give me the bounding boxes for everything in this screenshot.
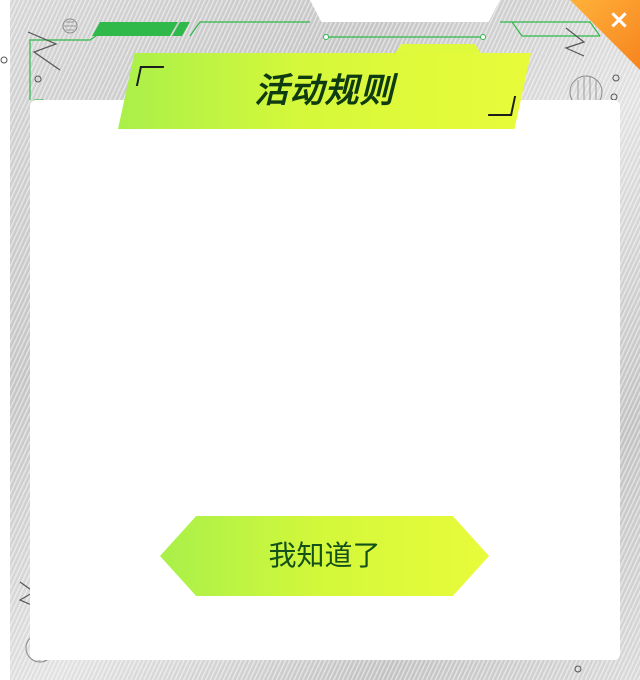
rules-content <box>50 150 600 490</box>
dialog-title: 活动规则 <box>254 71 395 111</box>
confirm-button[interactable]: 我知道了 <box>160 516 489 596</box>
close-icon[interactable]: × <box>608 6 630 34</box>
confirm-button-label: 我知道了 <box>268 539 381 572</box>
